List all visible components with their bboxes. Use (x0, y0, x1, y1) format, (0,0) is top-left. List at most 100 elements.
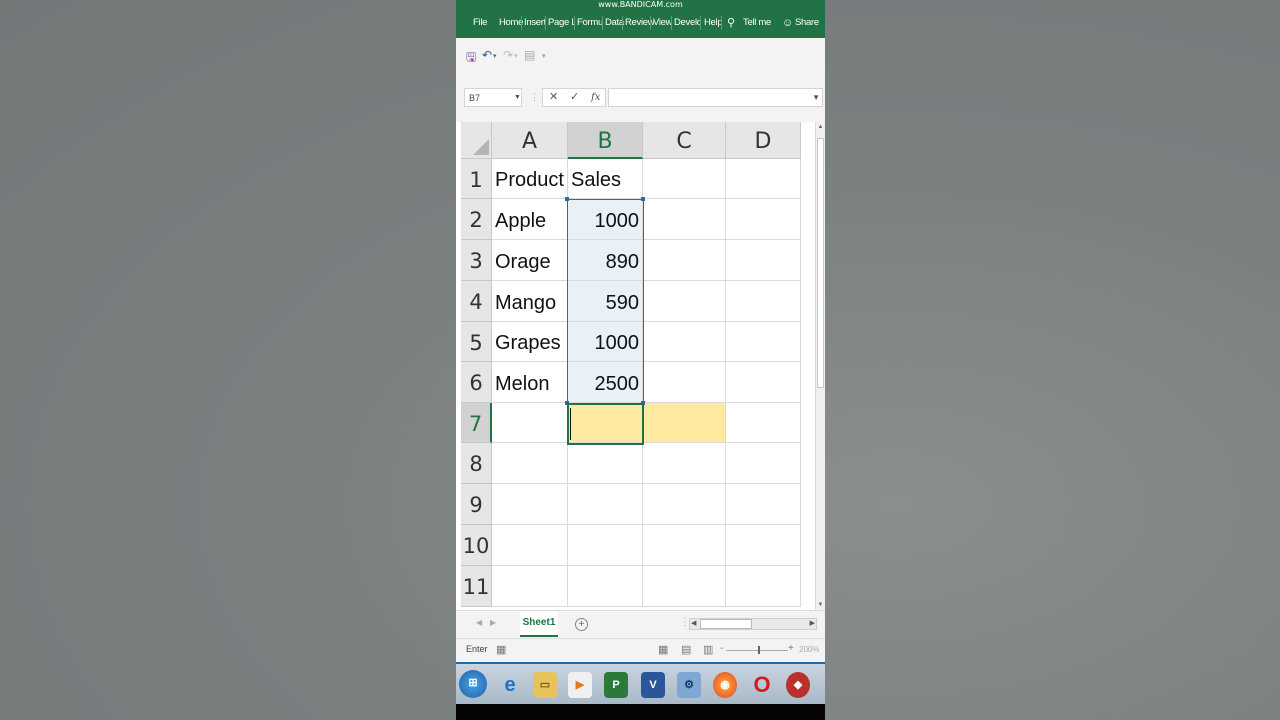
tab-view[interactable]: View (653, 14, 672, 32)
tab-file[interactable]: File (473, 14, 487, 32)
cell-a9[interactable] (492, 484, 568, 525)
next-sheet-icon[interactable]: ▶ (490, 618, 496, 627)
cell-b5[interactable]: 1000 (568, 322, 643, 362)
add-sheet-icon[interactable]: + (575, 618, 588, 631)
cell-a7[interactable] (492, 403, 568, 443)
name-box-dropdown-icon[interactable]: ▼ (514, 88, 521, 107)
expand-formula-icon[interactable]: ▼ (812, 89, 820, 106)
cell-c9[interactable] (643, 484, 726, 525)
opera-icon[interactable]: O (750, 672, 774, 698)
cell-a6[interactable]: Melon (492, 362, 568, 403)
sheet-tab-sheet1[interactable]: Sheet1 (520, 611, 558, 637)
cell-c7[interactable] (643, 403, 726, 443)
macro-record-icon[interactable]: ▦ (496, 643, 506, 656)
insert-function-icon[interactable]: fx (591, 89, 600, 106)
cell-c5[interactable] (643, 322, 726, 362)
network-tool-icon[interactable]: ⚙ (677, 672, 701, 698)
tab-insert[interactable]: Insert (524, 14, 546, 32)
cell-d8[interactable] (726, 443, 801, 484)
row-header-7[interactable]: 7 (461, 403, 492, 443)
zoom-in-icon[interactable]: + (788, 643, 794, 654)
app-icon[interactable]: ◆ (786, 672, 810, 698)
row-header-3[interactable]: 3 (461, 240, 492, 281)
cell-a2[interactable]: Apple (492, 199, 568, 240)
internet-explorer-icon[interactable]: e (498, 672, 522, 698)
cell-c11[interactable] (643, 566, 726, 607)
row-header-11[interactable]: 11 (461, 566, 492, 607)
normal-view-icon[interactable]: ▦ (658, 643, 668, 656)
formula-input[interactable]: ▼ (608, 88, 823, 107)
cell-d9[interactable] (726, 484, 801, 525)
share-button[interactable]: Share (795, 14, 819, 32)
start-button-icon[interactable]: ⊞ (459, 670, 487, 698)
cell-d5[interactable] (726, 322, 801, 362)
cell-c10[interactable] (643, 525, 726, 566)
tab-formulas[interactable]: Formul (577, 14, 602, 32)
row-header-5[interactable]: 5 (461, 322, 492, 362)
cancel-icon[interactable]: ✕ (549, 89, 558, 106)
customize-qat-icon[interactable]: ▾ (542, 52, 546, 60)
scroll-down-icon[interactable]: ▼ (816, 602, 825, 608)
column-header-b[interactable]: B (568, 122, 643, 159)
enter-icon[interactable]: ✓ (570, 89, 579, 106)
prev-sheet-icon[interactable]: ◀ (476, 618, 482, 627)
cell-c6[interactable] (643, 362, 726, 403)
cell-c2[interactable] (643, 199, 726, 240)
cell-d3[interactable] (726, 240, 801, 281)
tab-page-layout[interactable]: Page La (548, 14, 574, 32)
scroll-right-icon[interactable]: ▶ (810, 619, 815, 629)
worksheet-grid[interactable]: A B C D 1 Product Sales 2 Apple 1000 3 Orage 890… (456, 122, 825, 610)
cell-a11[interactable] (492, 566, 568, 607)
tell-me-box[interactable]: Tell me (743, 14, 771, 32)
zoom-out-icon[interactable]: - (720, 643, 723, 654)
cell-b6[interactable]: 2500 (568, 362, 643, 403)
firefox-icon[interactable]: ◉ (713, 672, 737, 698)
selection-handle[interactable] (641, 197, 645, 201)
select-all-button[interactable] (461, 122, 492, 159)
zoom-slider[interactable] (726, 650, 788, 651)
cell-d10[interactable] (726, 525, 801, 566)
tab-help[interactable]: Help (704, 14, 722, 32)
cell-c4[interactable] (643, 281, 726, 322)
cell-b2[interactable]: 1000 (568, 199, 643, 240)
row-header-1[interactable]: 1 (461, 159, 492, 199)
cell-d2[interactable] (726, 199, 801, 240)
cell-d11[interactable] (726, 566, 801, 607)
undo-icon[interactable]: ↶ (482, 48, 492, 62)
redo-dropdown-icon[interactable]: ▾ (514, 52, 518, 60)
scroll-left-icon[interactable]: ◀ (691, 619, 696, 629)
zoom-level[interactable]: 200% (799, 645, 819, 654)
horizontal-scroll-thumb[interactable] (700, 619, 752, 629)
column-header-a[interactable]: A (492, 122, 568, 159)
vertical-scroll-thumb[interactable] (817, 138, 824, 388)
cell-c1[interactable] (643, 159, 726, 199)
media-player-icon[interactable]: ▶ (568, 672, 592, 698)
cell-a3[interactable]: Orage (492, 240, 568, 281)
visio-icon[interactable]: V (641, 672, 665, 698)
row-header-10[interactable]: 10 (461, 525, 492, 566)
cell-d7[interactable] (726, 403, 801, 443)
selection-handle[interactable] (641, 401, 645, 405)
tab-home[interactable]: Home (499, 14, 523, 32)
row-header-2[interactable]: 2 (461, 199, 492, 240)
cell-b1[interactable]: Sales (568, 159, 643, 199)
vertical-scrollbar[interactable]: ▲ ▼ (815, 122, 825, 610)
cell-a4[interactable]: Mango (492, 281, 568, 322)
cell-a10[interactable] (492, 525, 568, 566)
project-icon[interactable]: P (604, 672, 628, 698)
row-header-6[interactable]: 6 (461, 362, 492, 403)
scroll-up-icon[interactable]: ▲ (816, 124, 825, 130)
tab-developer[interactable]: Develo (674, 14, 700, 32)
form-icon[interactable]: ▤ (524, 48, 535, 62)
horizontal-scrollbar[interactable]: ◀ ▶ (689, 618, 817, 630)
selection-handle[interactable] (565, 401, 569, 405)
page-layout-view-icon[interactable]: ▤ (681, 643, 691, 656)
cell-d1[interactable] (726, 159, 801, 199)
cell-b10[interactable] (568, 525, 643, 566)
cell-b3[interactable]: 890 (568, 240, 643, 281)
cell-a5[interactable]: Grapes (492, 322, 568, 362)
save-icon[interactable]: 🖫 (466, 48, 476, 69)
cell-d6[interactable] (726, 362, 801, 403)
redo-icon[interactable]: ↷ (503, 48, 513, 62)
cell-a8[interactable] (492, 443, 568, 484)
